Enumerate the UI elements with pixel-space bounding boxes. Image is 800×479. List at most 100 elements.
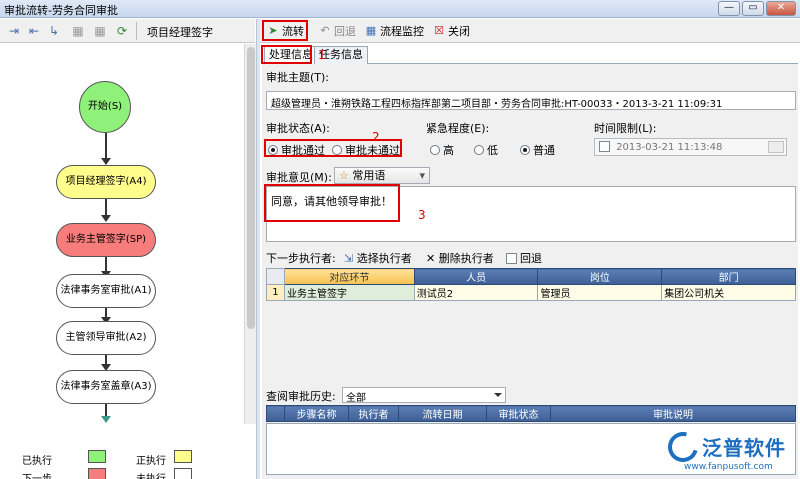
delete-executor-button[interactable]: ✕ 删除执行者 xyxy=(426,250,494,266)
subject-field[interactable]: 超级管理员・淮朔铁路工程四标指挥部第二项目部・劳务合同审批:HT-00033・2… xyxy=(266,91,796,110)
urgency-low-radio[interactable]: 低 xyxy=(474,142,498,158)
tab-bar: 处理信息 任务信息 xyxy=(262,44,798,65)
back-label: 回退 xyxy=(334,25,356,38)
action-toolbar: ➤ 流转 ↶ 回退 ▦ 流程监控 ☒ 关闭 xyxy=(260,19,800,43)
legend-executed-label: 已执行 xyxy=(22,456,52,467)
close-window-button[interactable]: ✕ xyxy=(766,1,796,16)
cell-step[interactable]: 业务主管签字 xyxy=(283,284,415,301)
select-executor-button[interactable]: ⇲ 选择执行者 xyxy=(344,250,412,266)
column-header[interactable]: 岗位 xyxy=(537,268,663,285)
deadline-field[interactable]: 2013-03-21 11:13:48 xyxy=(594,138,787,156)
close-label: 关闭 xyxy=(448,25,470,38)
title-bar: 审批流转-劳务合同审批 — ▭ ✕ xyxy=(0,0,800,18)
close-button[interactable]: ☒ 关闭 xyxy=(432,22,470,40)
radio-icon xyxy=(474,145,484,155)
insert-node-icon[interactable]: ⇤ xyxy=(26,23,42,39)
legend-pending-label: 未执行 xyxy=(136,470,166,479)
table-row[interactable]: 1 业务主管签字 测试员2 管理员 集团公司机关 xyxy=(266,284,796,301)
delete-node-icon[interactable]: ↳ xyxy=(46,23,62,39)
legend-current-swatch xyxy=(174,450,192,463)
flow-node-leader-approval[interactable]: 主管领导审批(A2) xyxy=(56,321,156,355)
legend-next-label: 下一步 xyxy=(22,470,52,479)
legend-next-swatch xyxy=(88,468,106,479)
legend-pending-swatch xyxy=(174,468,192,479)
handle-info-panel: 审批主题(T): 超级管理员・淮朔铁路工程四标指挥部第二项目部・劳务合同审批:H… xyxy=(262,64,798,479)
column-header[interactable]: 人员 xyxy=(413,268,539,285)
next-step-label: 下一步执行者: xyxy=(266,252,336,265)
urgency-high-radio[interactable]: 高 xyxy=(430,142,454,158)
node-up-icon[interactable]: ▦ xyxy=(70,23,86,39)
status-pass-label: 审批通过 xyxy=(281,144,325,157)
annotation-3: 3 xyxy=(418,208,426,222)
cell-person[interactable]: 测试员2 xyxy=(413,284,539,301)
cell-dept[interactable]: 集团公司机关 xyxy=(661,284,796,301)
back-button[interactable]: ↶ 回退 xyxy=(318,22,356,40)
delete-x-icon: ✕ xyxy=(426,252,436,265)
annotation-1: 1 xyxy=(318,48,326,62)
refresh-icon[interactable]: ⟳ xyxy=(114,23,130,39)
urgency-high-label: 高 xyxy=(443,144,454,157)
checkbox-icon xyxy=(506,253,517,264)
chevron-down-icon xyxy=(494,393,502,397)
urgency-low-label: 低 xyxy=(487,144,498,157)
delete-executor-label: 删除执行者 xyxy=(438,252,494,265)
current-node-name: 项目经理签字 xyxy=(147,26,213,39)
minimize-button[interactable]: — xyxy=(718,1,740,16)
monitor-button[interactable]: ▦ 流程监控 xyxy=(364,22,424,40)
executor-table: 对应环节 人员 岗位 部门 1 业务主管签字 测试员2 管理员 集团公司机关 xyxy=(266,268,796,301)
radio-icon xyxy=(332,145,342,155)
radio-icon xyxy=(268,145,278,155)
deadline-checkbox[interactable] xyxy=(599,141,610,152)
history-filter-select[interactable]: 全部 xyxy=(342,387,506,404)
restore-button[interactable]: ▭ xyxy=(742,1,764,16)
column-header[interactable]: 审批状态 xyxy=(486,405,551,422)
row-header xyxy=(266,268,285,285)
common-phrases-label: 常用语 xyxy=(352,169,386,182)
flow-node-legal-approval[interactable]: 法律事务室审批(A1) xyxy=(56,274,156,308)
column-header[interactable]: 步骤名称 xyxy=(284,405,349,422)
close-icon: ☒ xyxy=(434,24,444,37)
column-header[interactable]: 部门 xyxy=(661,268,796,285)
flow-node-start[interactable]: 开始(S) xyxy=(79,81,131,133)
add-node-icon[interactable]: ⇥ xyxy=(6,23,22,39)
calendar-dropdown-icon[interactable] xyxy=(768,141,784,153)
brand-watermark: 泛普软件 www.fanpusoft.com xyxy=(662,426,798,476)
flow-arrow xyxy=(101,215,111,222)
monitor-label: 流程监控 xyxy=(380,25,424,38)
cell-post[interactable]: 管理员 xyxy=(537,284,663,301)
urgency-label: 紧急程度(E): xyxy=(426,122,490,135)
urgency-normal-radio[interactable]: 普通 xyxy=(520,142,555,158)
legend-executed-swatch xyxy=(88,450,106,463)
window-controls: — ▭ ✕ xyxy=(718,1,796,16)
annotation-2: 2 xyxy=(372,130,380,144)
flow-node-pm-sign[interactable]: 项目经理签字(A4) xyxy=(56,165,156,199)
rollback-checkbox[interactable]: 回退 xyxy=(506,250,542,266)
scrollbar-thumb[interactable] xyxy=(247,47,255,329)
flow-diagram: 开始(S) 项目经理签字(A4) 业务主管签字(SP) 法律事务室审批(A1) … xyxy=(0,44,244,424)
status-pass-radio[interactable]: 审批通过 xyxy=(268,142,325,158)
flow-node-supervisor-sign[interactable]: 业务主管签字(SP) xyxy=(56,223,156,257)
column-header[interactable]: 执行者 xyxy=(348,405,399,422)
opinion-label: 审批意见(M): xyxy=(266,171,332,184)
history-label: 查阅审批历史: xyxy=(266,390,336,403)
subject-label: 审批主题(T): xyxy=(266,71,330,84)
common-phrases-button[interactable]: ☆ 常用语 ▾ xyxy=(334,167,430,184)
column-header[interactable]: 审批说明 xyxy=(550,405,796,422)
rollback-label: 回退 xyxy=(520,252,542,265)
node-down-icon[interactable]: ▦ xyxy=(92,23,108,39)
flow-node-legal-seal[interactable]: 法律事务室盖章(A3) xyxy=(56,370,156,404)
row-index: 1 xyxy=(266,284,285,301)
history-filter-value: 全部 xyxy=(346,393,366,404)
pane-splitter[interactable] xyxy=(256,19,260,479)
column-header[interactable]: 对应环节 xyxy=(283,268,415,285)
radio-icon xyxy=(430,145,440,155)
flow-legend: 已执行 正执行 下一步 未执行 xyxy=(0,444,256,479)
column-header[interactable]: 流转日期 xyxy=(398,405,487,422)
select-user-icon: ⇲ xyxy=(344,252,354,265)
flow-toolbar: ⇥ ⇤ ↳ ▦ ▦ ⟳ 项目经理签字 xyxy=(0,19,255,43)
window-title: 审批流转-劳务合同审批 xyxy=(4,4,118,17)
flow-scrollbar[interactable] xyxy=(244,44,256,424)
status-label: 审批状态(A): xyxy=(266,122,330,135)
status-fail-radio[interactable]: 审批未通过 xyxy=(332,142,400,158)
chevron-down-icon: ▾ xyxy=(419,169,425,182)
